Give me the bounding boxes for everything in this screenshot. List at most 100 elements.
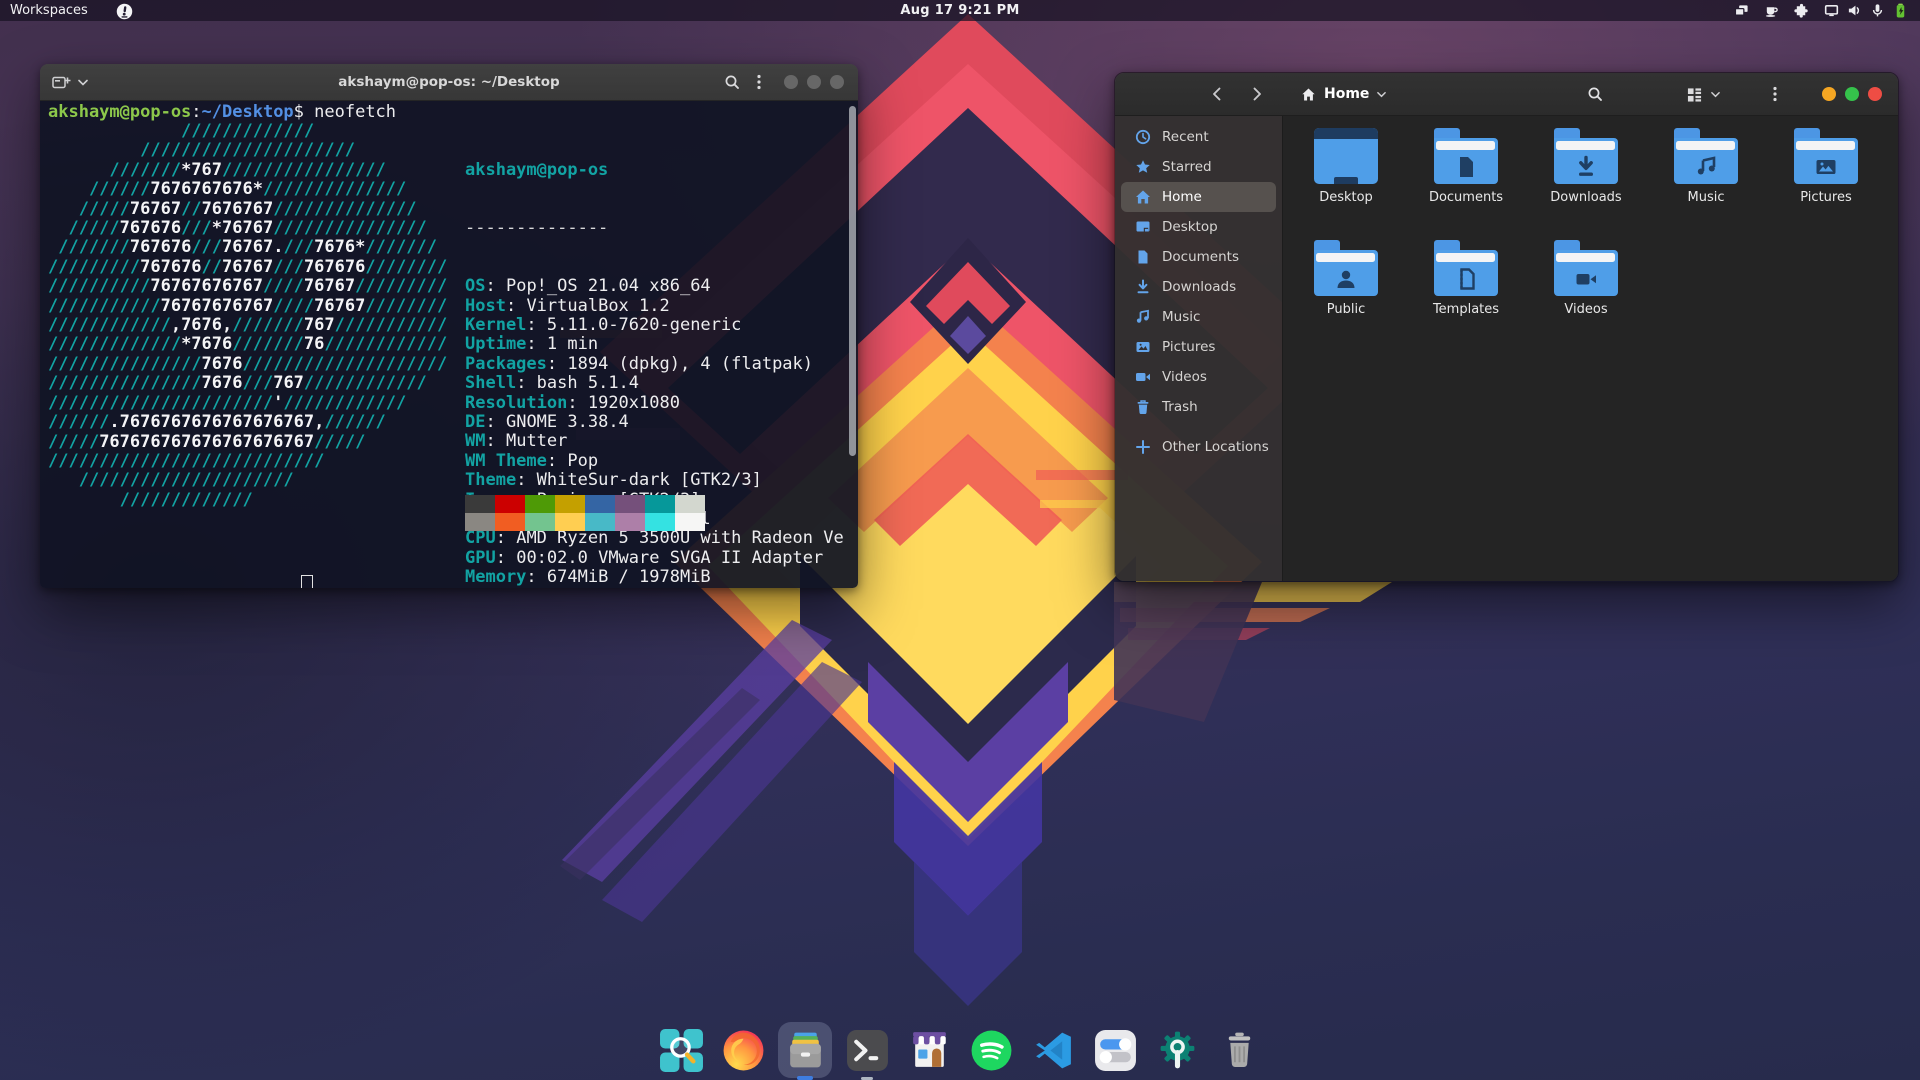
sidebar-item-other-locations[interactable]: Other Locations xyxy=(1121,432,1276,462)
palette-swatch xyxy=(525,495,555,513)
clock[interactable]: Aug 17 9:21 PM xyxy=(900,3,1019,18)
menu-kebab-icon[interactable] xyxy=(757,74,761,90)
display-icon[interactable] xyxy=(1824,3,1839,18)
folder-label: Pictures xyxy=(1800,190,1851,205)
top-bar: Workspaces Aug 17 9:21 PM xyxy=(0,0,1920,21)
minimize-button[interactable] xyxy=(1822,87,1836,101)
pictures-icon xyxy=(1135,339,1151,355)
dock-item-settings[interactable] xyxy=(1088,1022,1142,1078)
close-button[interactable] xyxy=(830,75,844,89)
palette-swatch xyxy=(555,513,585,531)
folder-pictures[interactable]: Pictures xyxy=(1766,126,1886,238)
recent-icon xyxy=(1135,129,1151,145)
chevron-down-icon[interactable] xyxy=(1711,91,1720,98)
sidebar-item-desktop[interactable]: Desktop xyxy=(1121,212,1276,242)
folder-icon xyxy=(1554,240,1618,296)
folder-label: Templates xyxy=(1433,302,1499,317)
folder-label: Music xyxy=(1688,190,1725,205)
terminal-content: akshaym@pop-os:~/Desktop$ neofetch /////… xyxy=(40,101,858,588)
maximize-button[interactable] xyxy=(807,75,821,89)
palette-swatch xyxy=(495,495,525,513)
dock-item-tweaks[interactable] xyxy=(1150,1022,1204,1078)
search-icon[interactable] xyxy=(1587,86,1603,102)
folder-downloads[interactable]: Downloads xyxy=(1526,126,1646,238)
sidebar-item-label: Videos xyxy=(1162,369,1207,385)
path-breadcrumb[interactable]: Home xyxy=(1301,73,1386,115)
sidebar-item-starred[interactable]: Starred xyxy=(1121,152,1276,182)
folder-music[interactable]: Music xyxy=(1646,126,1766,238)
volume-icon[interactable] xyxy=(1847,3,1862,18)
files-content: Desktop Documents Downloads Music Pictures Pu… xyxy=(1283,116,1898,581)
microphone-icon[interactable] xyxy=(1870,3,1885,18)
view-toggle-icon[interactable] xyxy=(1687,87,1702,102)
search-icon[interactable] xyxy=(724,74,740,90)
folder-icon xyxy=(1434,240,1498,296)
forward-button[interactable] xyxy=(1249,86,1265,102)
sidebar-item-label: Other Locations xyxy=(1162,439,1269,455)
palette-swatch xyxy=(585,513,615,531)
palette-swatch xyxy=(675,495,705,513)
music-emblem-icon xyxy=(1693,154,1719,180)
palette-swatch xyxy=(525,513,555,531)
folder-icon xyxy=(1314,240,1378,296)
folder-videos[interactable]: Videos xyxy=(1526,238,1646,350)
terminal-window: akshaym@pop-os: ~/Desktop akshaym@pop-os… xyxy=(40,64,858,588)
sidebar-item-videos[interactable]: Videos xyxy=(1121,362,1276,392)
trash-icon xyxy=(1135,399,1151,415)
workspaces-button[interactable]: Workspaces xyxy=(10,3,88,18)
sidebar-item-trash[interactable]: Trash xyxy=(1121,392,1276,422)
dock-item-spotify[interactable] xyxy=(964,1022,1018,1078)
palette-swatch xyxy=(645,513,675,531)
video-emblem-icon xyxy=(1573,266,1599,292)
palette-swatch xyxy=(465,513,495,531)
firefox-icon xyxy=(721,1028,766,1073)
dock-item-search-tool[interactable] xyxy=(654,1022,708,1078)
folder-label: Public xyxy=(1327,302,1365,317)
star-icon xyxy=(1135,159,1151,175)
minimize-button[interactable] xyxy=(784,75,798,89)
folder-label: Documents xyxy=(1429,190,1503,205)
music-icon xyxy=(1135,309,1151,325)
sidebar-item-home[interactable]: Home xyxy=(1121,182,1276,212)
puzzle-icon[interactable] xyxy=(1794,3,1809,18)
folder-templates[interactable]: Templates xyxy=(1406,238,1526,350)
battery-charging-icon[interactable] xyxy=(1893,3,1908,18)
files-sidebar: RecentStarredHomeDesktop Documents Downloa… xyxy=(1115,116,1283,581)
menu-kebab-icon[interactable] xyxy=(1773,86,1777,102)
dock-item-files[interactable] xyxy=(778,1022,832,1078)
folder-icon xyxy=(1794,128,1858,184)
sidebar-item-label: Downloads xyxy=(1162,279,1236,295)
coffee-icon[interactable] xyxy=(1764,3,1779,18)
files-headerbar[interactable]: Home xyxy=(1115,73,1898,116)
sidebar-item-documents[interactable]: Documents xyxy=(1121,242,1276,272)
dock-item-vscode[interactable] xyxy=(1026,1022,1080,1078)
sidebar-item-pictures[interactable]: Pictures xyxy=(1121,332,1276,362)
running-indicator xyxy=(797,1076,813,1080)
terminal-color-palette xyxy=(465,495,705,531)
sidebar-item-label: Documents xyxy=(1162,249,1239,265)
close-button[interactable] xyxy=(1868,87,1882,101)
folder-label: Downloads xyxy=(1550,190,1621,205)
folder-icon xyxy=(1674,128,1738,184)
palette-swatch xyxy=(615,513,645,531)
sidebar-item-music[interactable]: Music xyxy=(1121,302,1276,332)
folder-desktop[interactable]: Desktop xyxy=(1286,126,1406,238)
dock-item-trash[interactable] xyxy=(1212,1022,1266,1078)
terminal-titlebar[interactable]: akshaym@pop-os: ~/Desktop xyxy=(40,64,858,101)
dock-item-pop-shop[interactable] xyxy=(902,1022,956,1078)
maximize-button[interactable] xyxy=(1845,87,1859,101)
sidebar-item-recent[interactable]: Recent xyxy=(1121,122,1276,152)
neofetch-ascii-logo: ///////////// ///////////////////// ////… xyxy=(48,122,447,510)
person-emblem-icon xyxy=(1333,266,1359,292)
dock-item-terminal[interactable] xyxy=(840,1022,894,1078)
terminal-scrollbar[interactable] xyxy=(849,106,856,456)
windows-icon[interactable] xyxy=(1734,3,1749,18)
folder-documents[interactable]: Documents xyxy=(1406,126,1526,238)
sidebar-item-label: Trash xyxy=(1162,399,1198,415)
plus-icon xyxy=(1135,439,1151,455)
dock-item-firefox[interactable] xyxy=(716,1022,770,1078)
back-button[interactable] xyxy=(1209,86,1225,102)
sidebar-item-downloads[interactable]: Downloads xyxy=(1121,272,1276,302)
folder-public[interactable]: Public xyxy=(1286,238,1406,350)
palette-swatch xyxy=(585,495,615,513)
